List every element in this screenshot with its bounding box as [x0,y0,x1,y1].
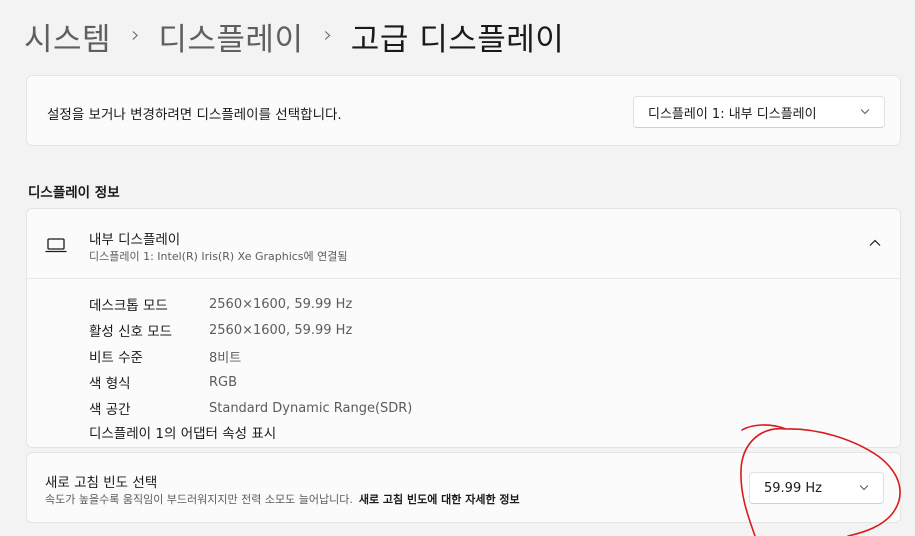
display-select-prompt: 설정을 보거나 변경하려면 디스플레이를 선택합니다. [47,107,342,123]
property-value: 2560×1600, 59.99 Hz [209,296,353,312]
refresh-rate-card: 새로 고침 빈도 선택 속도가 높을수록 움직임이 부드러워지지만 전력 소모도… [26,452,901,523]
breadcrumb-display[interactable]: 디스플레이 [158,14,303,59]
property-label: 비트 수준 [89,350,143,366]
property-label: 데스크톱 모드 [89,298,168,314]
display-info-subtitle: 디스플레이 1: Intel(R) Iris(R) Xe Graphics에 연… [89,250,348,263]
property-row-color-space: 색 공간 Standard Dynamic Range(SDR) [89,395,412,421]
property-label: 색 형식 [89,376,131,392]
property-label: 활성 신호 모드 [89,324,173,340]
display-select-card: 설정을 보거나 변경하려면 디스플레이를 선택합니다. 디스플레이 1: 내부 … [26,75,901,146]
refresh-rate-info-link[interactable]: 새로 고침 빈도에 대한 자세한 정보 [359,493,520,506]
breadcrumb-separator: › [323,23,333,48]
breadcrumb: 시스템 › 디스플레이 › 고급 디스플레이 [24,14,564,59]
breadcrumb-separator: › [131,23,141,48]
refresh-rate-description: 속도가 높을수록 움직임이 부드러워지지만 전력 소모도 늘어납니다. [45,493,353,506]
property-row-bit-depth: 비트 수준 8비트 [89,343,412,369]
display-properties: 데스크톱 모드 2560×1600, 59.99 Hz 활성 신호 모드 256… [89,291,412,421]
refresh-rate-value: 59.99 Hz [764,480,822,496]
property-value: 8비트 [209,350,242,366]
refresh-rate-subtitle: 속도가 높을수록 움직임이 부드러워지지만 전력 소모도 늘어납니다. 새로 고침… [45,491,520,507]
chevron-down-icon [859,483,869,494]
page-title: 고급 디스플레이 [350,22,565,58]
adapter-properties-link[interactable]: 디스플레이 1의 어댑터 속성 표시 [89,422,276,442]
display-select-dropdown[interactable]: 디스플레이 1: 내부 디스플레이 [633,96,885,128]
property-row-active-signal-mode: 활성 신호 모드 2560×1600, 59.99 Hz [89,317,412,343]
section-title-display-info: 디스플레이 정보 [28,185,120,201]
property-label: 색 공간 [89,402,131,418]
chevron-down-icon [860,107,870,118]
display-info-header[interactable]: 내부 디스플레이 디스플레이 1: Intel(R) Iris(R) Xe Gr… [27,209,900,279]
breadcrumb-system[interactable]: 시스템 [24,14,111,59]
property-value: 2560×1600, 59.99 Hz [209,322,353,338]
property-value: Standard Dynamic Range(SDR) [209,400,413,416]
refresh-rate-dropdown[interactable]: 59.99 Hz [749,472,884,504]
laptop-icon [45,238,67,253]
property-value: RGB [209,374,238,390]
property-row-color-format: 색 형식 RGB [89,369,412,395]
display-info-card: 내부 디스플레이 디스플레이 1: Intel(R) Iris(R) Xe Gr… [26,208,901,448]
display-info-title: 내부 디스플레이 [89,232,181,248]
chevron-up-icon[interactable] [868,236,882,250]
display-select-value: 디스플레이 1: 내부 디스플레이 [648,106,817,122]
refresh-rate-title: 새로 고침 빈도 선택 [45,475,158,491]
property-row-desktop-mode: 데스크톱 모드 2560×1600, 59.99 Hz [89,291,412,317]
